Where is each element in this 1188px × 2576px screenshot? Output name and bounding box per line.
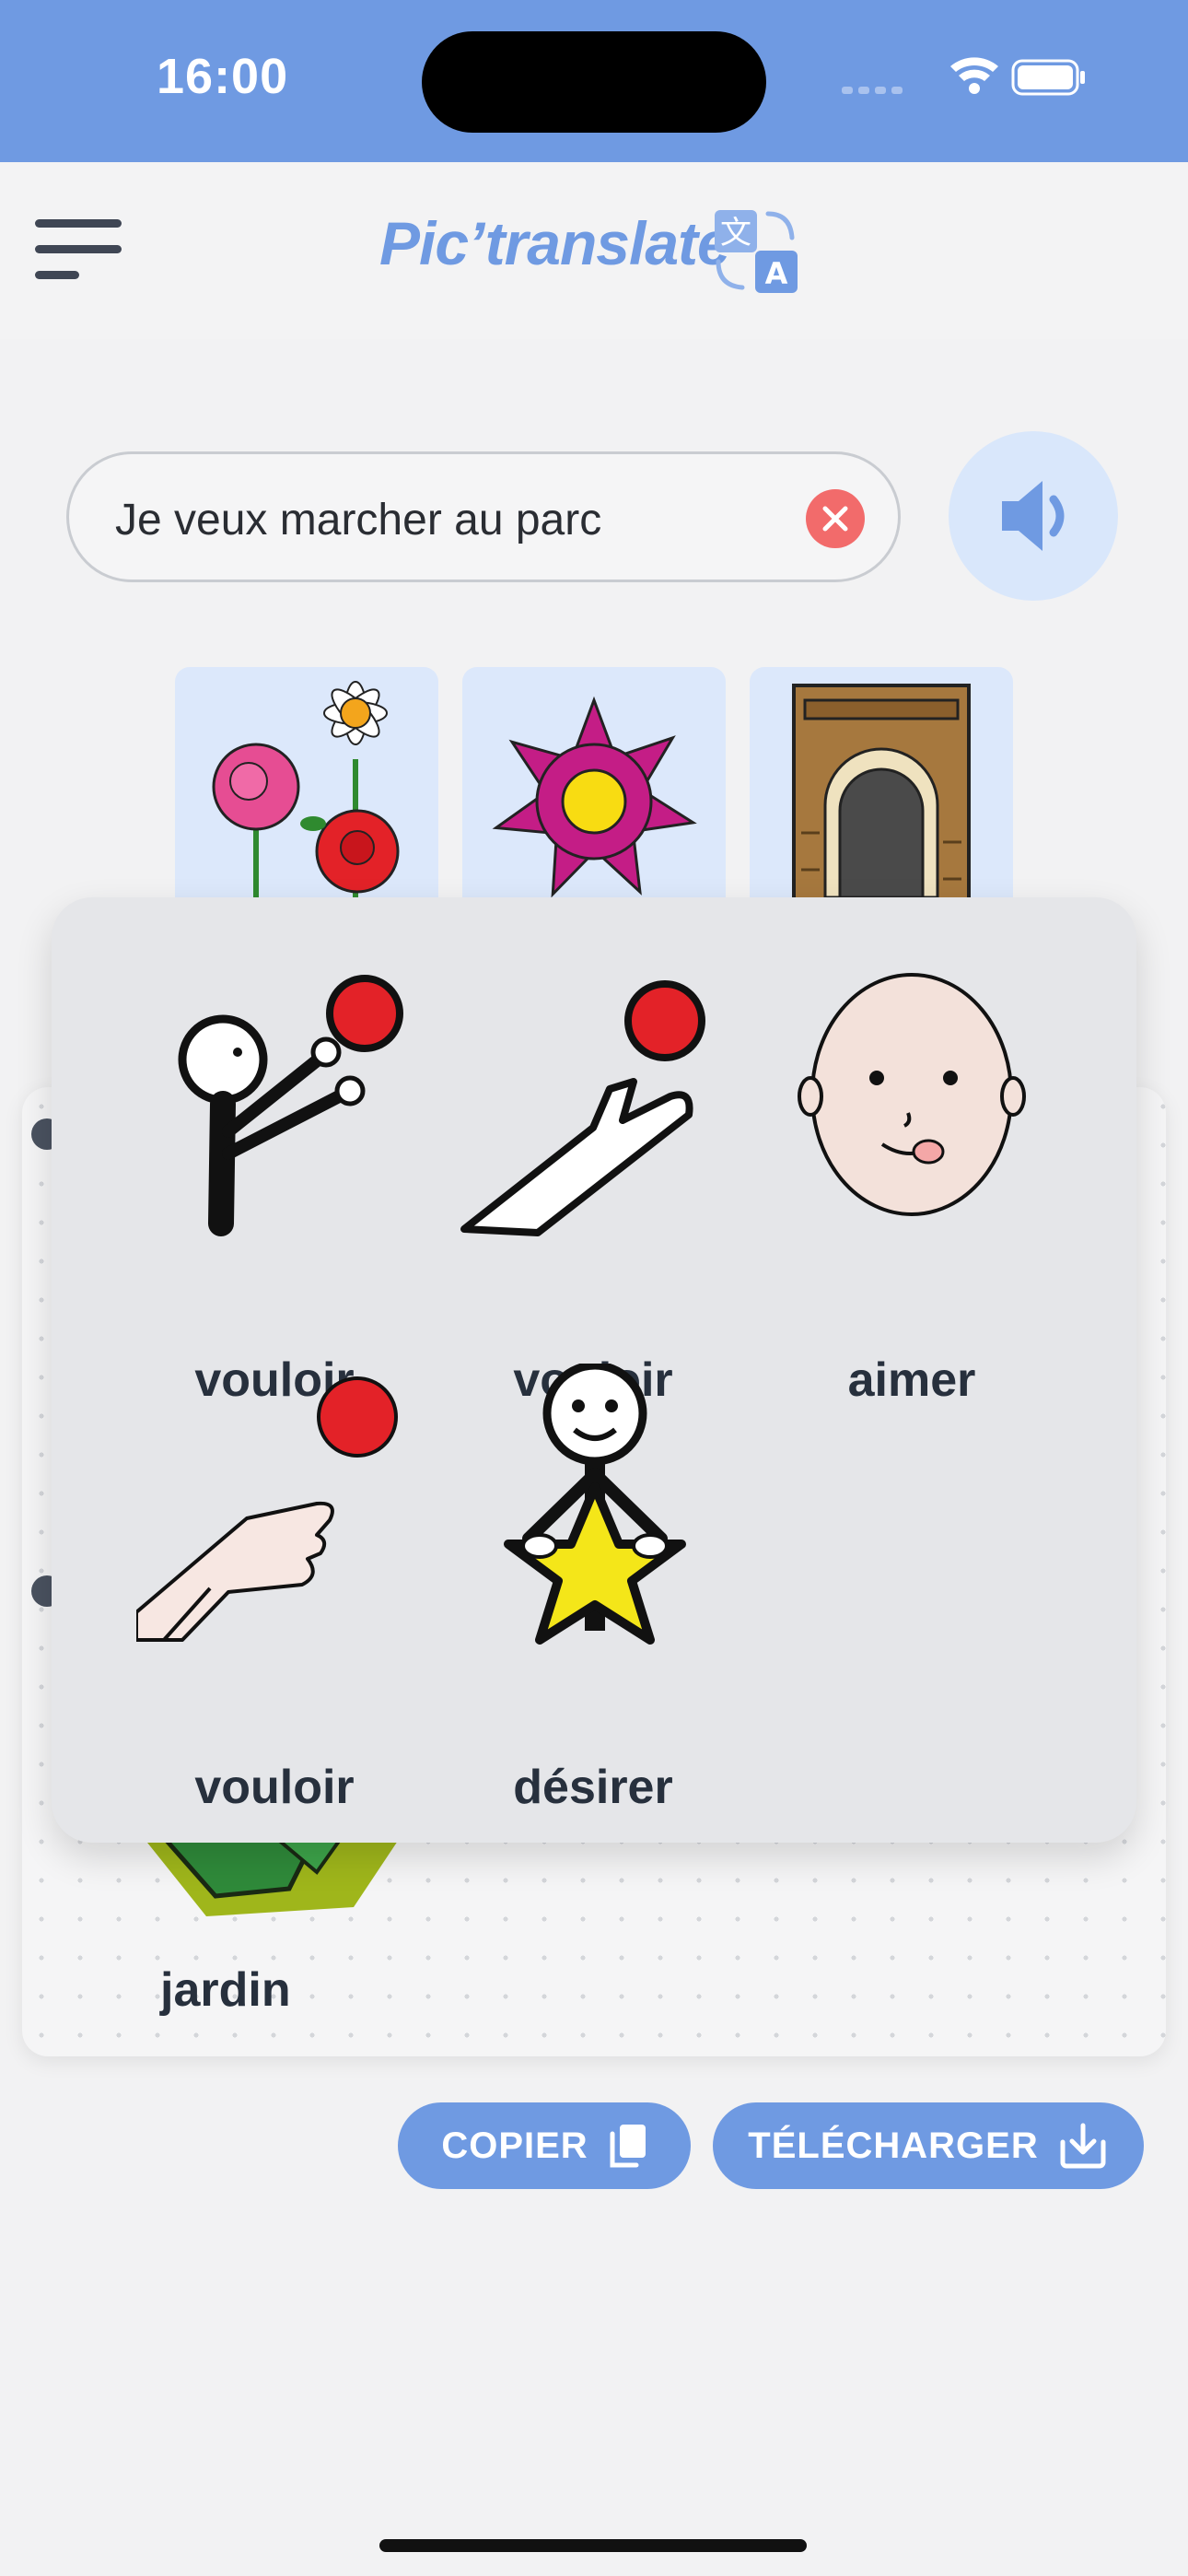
speak-button[interactable] xyxy=(949,431,1118,601)
copy-button-label: COPIER xyxy=(441,2125,588,2166)
symbol-option-label: vouloir xyxy=(194,1761,355,1814)
home-indicator xyxy=(379,2539,807,2552)
symbol-option[interactable]: aimer xyxy=(774,956,1050,1407)
hamburger-menu-icon[interactable] xyxy=(35,217,122,284)
symbol-option-label: désirer xyxy=(513,1761,673,1814)
symbol-tile-flower[interactable] xyxy=(462,667,726,897)
flower-icon xyxy=(492,696,697,897)
battery-icon xyxy=(1011,59,1085,96)
copy-button[interactable]: COPIER xyxy=(398,2102,691,2189)
copy-icon xyxy=(610,2125,646,2168)
symbol-tile-gate[interactable] xyxy=(750,667,1013,897)
gate-icon xyxy=(792,684,971,897)
symbol-tile-flowers[interactable] xyxy=(175,667,438,897)
download-button-label: TÉLÉCHARGER xyxy=(748,2125,1039,2166)
cellular-signal-icon xyxy=(842,87,903,94)
search-input[interactable]: Je veux marcher au parc xyxy=(66,451,901,582)
flowers-icon xyxy=(212,681,400,897)
symbol-option[interactable]: vouloir xyxy=(136,956,413,1407)
hand-reaching-ball-icon xyxy=(136,1376,398,1642)
app-title: Pic’translate xyxy=(379,209,731,277)
symbol-option[interactable]: vouloir xyxy=(455,956,731,1407)
translate-icon: 文 A xyxy=(715,210,798,293)
status-icons xyxy=(842,57,1085,96)
person-holding-star-icon xyxy=(504,1364,686,1645)
close-icon xyxy=(822,506,848,532)
wifi-icon xyxy=(950,57,998,94)
app-header: Pic’translate 文 A xyxy=(0,162,1188,339)
symbol-option[interactable]: désirer xyxy=(455,1364,731,1814)
face-licking-lips-icon xyxy=(798,973,1026,1216)
symbol-choice-popup: vouloir vouloir aimer vouloir xyxy=(52,897,1136,1843)
download-icon xyxy=(1060,2123,1106,2169)
svg-text:文: 文 xyxy=(720,215,751,252)
status-time: 16:00 xyxy=(157,49,289,104)
search-input-value: Je veux marcher au parc xyxy=(115,496,602,544)
dynamic-island xyxy=(422,31,766,133)
status-bar: 16:00 xyxy=(0,0,1188,162)
download-button[interactable]: TÉLÉCHARGER xyxy=(713,2102,1144,2189)
symbol-option[interactable]: vouloir xyxy=(136,1364,413,1814)
symbol-option-label: aimer xyxy=(847,1353,976,1407)
card-word-label: jardin xyxy=(160,1963,291,2017)
clear-input-button[interactable] xyxy=(806,489,865,548)
speaker-icon xyxy=(1002,481,1065,551)
arm-reaching-ball-icon xyxy=(460,980,705,1236)
svg-text:A: A xyxy=(765,256,788,291)
child-reaching-ball-icon xyxy=(178,975,403,1236)
